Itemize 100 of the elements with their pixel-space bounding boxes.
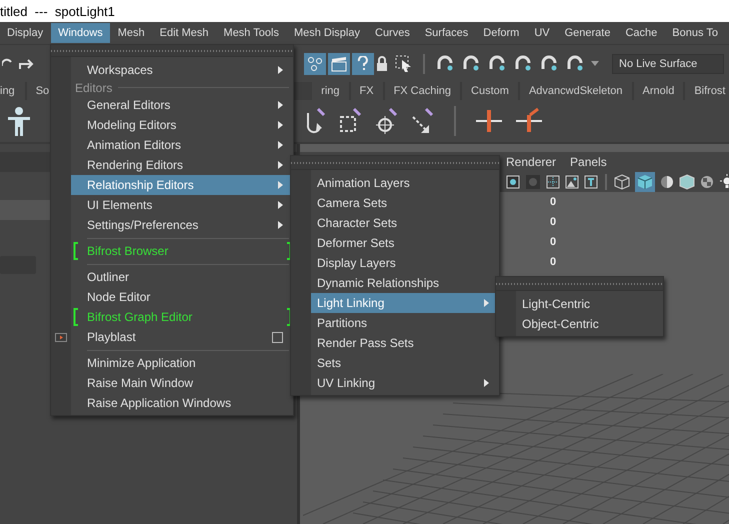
menu-item[interactable]: Settings/Preferences [71,215,293,235]
menu-item[interactable]: Minimize Application [71,353,293,373]
menu-item[interactable]: Light-Centric [516,294,663,314]
checker-icon[interactable] [700,175,714,189]
shelf-tab[interactable]: Bifrost [685,82,729,100]
submenu-arrow-icon [278,221,283,229]
menu-bar-item[interactable]: Deform [476,23,526,43]
menu-item[interactable]: Sets [311,353,499,373]
menu-bar-item[interactable]: Bonus To [665,23,725,43]
dashed-square-icon[interactable] [338,107,364,135]
readout-value: 0 [550,255,556,270]
bracket-icon [286,242,292,260]
bracket-icon [73,242,79,260]
tear-off-handle[interactable] [291,156,499,170]
menu-bar-item[interactable]: UV [527,23,557,43]
menu-item[interactable]: Deformer Sets [311,233,499,253]
submenu-arrow-icon [278,161,283,169]
shelf-tab[interactable]: AdvancwdSkeleton [520,82,634,100]
window-title: titled --- spotLight1 [0,4,115,18]
joint-icon[interactable] [474,107,504,135]
half-sphere-icon[interactable] [660,175,674,189]
option-box[interactable] [272,332,283,342]
text-icon[interactable] [584,175,598,189]
submenu-arrow-icon [278,201,283,209]
menu-bar-item[interactable]: Edit Mesh [152,23,216,43]
menu-item[interactable]: Raise Application Windows [71,393,293,413]
magnet-icon[interactable] [487,54,507,72]
film-icon [55,332,67,342]
submenu-arrow-icon [278,66,283,74]
menu-item[interactable]: Workspaces [71,60,293,80]
bracket-icon [73,308,79,326]
magnet-icon[interactable] [539,54,559,72]
shelf-tab[interactable]: Custom [462,82,520,100]
help-icon[interactable] [352,52,374,74]
shaded-cube-icon[interactable] [635,172,655,192]
submenu-arrow-icon [278,141,283,149]
submenu-arrow-icon [484,299,489,307]
menu-item[interactable]: Partitions [311,313,499,333]
bracket-icon [286,308,292,326]
shelf-tab[interactable]: ing [0,82,27,100]
tear-off-handle[interactable] [51,45,293,57]
menu-item[interactable]: Bifrost Graph Editor [71,307,293,327]
menu-bar-item[interactable]: Mesh Tools [216,23,286,43]
wireframe-cube-icon[interactable] [614,174,630,190]
submenu-arrow-icon [278,101,283,109]
crosshair-icon[interactable] [374,107,400,135]
menu-item[interactable]: Camera Sets [311,193,499,213]
caret-icon[interactable] [591,60,599,66]
menu-bar-item[interactable]: Generate [558,23,618,43]
magnet-icon[interactable] [435,54,455,72]
viewport-menu[interactable]: Panels [564,155,613,169]
menu-item[interactable]: Relationship Editors [71,175,293,195]
menu-item[interactable]: Node Editor [71,287,293,307]
network-icon[interactable] [304,52,326,74]
tear-off-handle[interactable] [496,277,663,291]
menu-item[interactable]: Character Sets [311,213,499,233]
shelf-tab[interactable]: ring [312,82,350,100]
menu-item[interactable]: Render Pass Sets [311,333,499,353]
menu-item[interactable]: Object-Centric [516,314,663,334]
clapper-icon[interactable] [328,52,350,74]
shelf-tab[interactable]: Arnold [634,82,686,100]
redo-icon[interactable] [19,56,35,70]
menu-bar-item[interactable]: Surfaces [418,23,476,43]
menu-item[interactable]: Animation Editors [71,135,293,155]
joint-icon[interactable] [514,107,544,135]
menu-bar-item[interactable]: Windows [51,23,110,43]
menu-item[interactable]: Modeling Editors [71,115,293,135]
diagonal-arrow-icon[interactable] [410,107,436,135]
menu-bar-item[interactable]: Curves [368,23,417,43]
live-surface-field[interactable]: No Live Surface [612,54,724,74]
menu-item[interactable]: General Editors [71,95,293,115]
textured-cube-icon[interactable] [679,174,695,190]
section-header: Editors [75,80,112,94]
curved-arrow-icon[interactable] [304,107,328,135]
menu-item[interactable]: Dynamic Relationships [311,273,499,293]
viewport-menu[interactable]: Renderer [500,155,562,169]
menu-item[interactable]: Rendering Editors [71,155,293,175]
menu-item[interactable]: Outliner [71,267,293,287]
shelf-tab[interactable]: FX [350,82,385,100]
menu-item[interactable]: Display Layers [311,253,499,273]
lock-icon[interactable] [376,56,388,72]
grid-box-icon[interactable] [546,175,560,189]
menu-item[interactable]: Playblast [71,327,293,347]
magnet-icon[interactable] [513,54,533,72]
submenu-arrow-icon [278,181,283,189]
submenu-arrow-icon [484,379,489,387]
menu-item[interactable]: Bifrost Browser [71,241,293,261]
cursor-icon[interactable] [395,54,413,72]
menu-item[interactable]: Raise Main Window [71,373,293,393]
magnet-icon[interactable] [565,54,585,72]
menu-bar-item[interactable]: Cache [618,23,664,43]
image-icon[interactable] [565,175,579,189]
menu-bar-item[interactable]: Mesh [110,23,152,43]
submenu-arrow-icon [278,121,283,129]
menu-bar-item[interactable]: Mesh Display [286,23,367,43]
menu-bar-item[interactable]: Display [0,23,50,43]
shelf-tab[interactable]: FX Caching [384,82,462,100]
menu-item[interactable]: UV Linking [311,373,499,393]
menu-item[interactable]: UI Elements [71,195,293,215]
magnet-icon[interactable] [461,54,481,72]
